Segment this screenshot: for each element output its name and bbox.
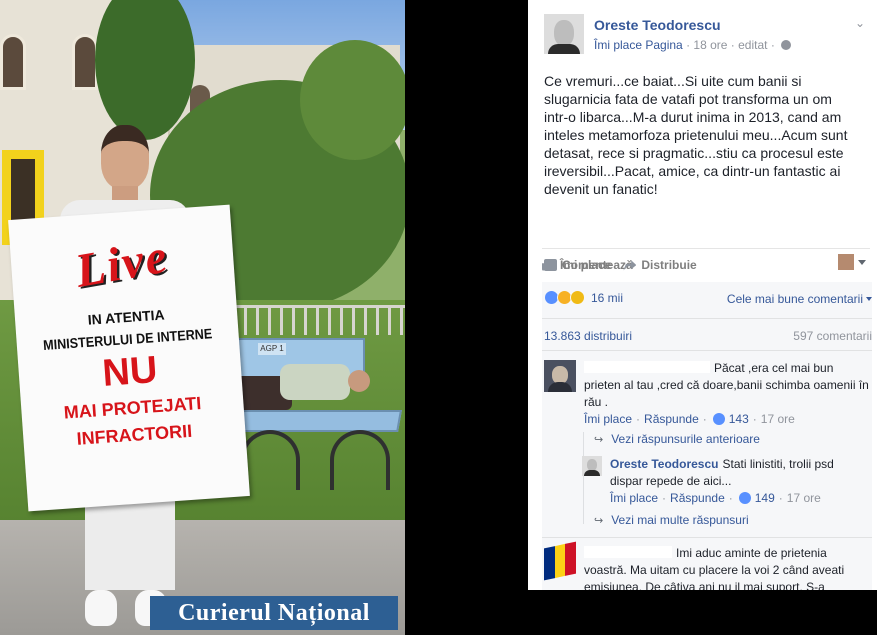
comment-label: Comentează — [562, 257, 633, 272]
comment-count[interactable]: 597 comentarii — [793, 329, 872, 343]
avatar-face — [554, 20, 574, 46]
meta-separator: · — [636, 412, 641, 426]
bench-leg — [240, 430, 300, 490]
reply-time[interactable]: 17 ore — [787, 491, 821, 505]
like-reaction-icon — [712, 413, 725, 425]
avatar-body — [548, 382, 572, 392]
comment-button[interactable]: Comentează — [544, 258, 870, 272]
comment-like-link[interactable]: Îmi place — [584, 412, 632, 426]
divider — [542, 318, 872, 319]
post-photo[interactable]: AGP 1 Live IN ATENTIA MINISTERULUI DE IN… — [0, 0, 405, 635]
man-lying-on-bench — [230, 360, 390, 415]
reply-body: Oreste Teodorescu Stati linistiti, trolii… — [610, 456, 868, 490]
comment-body: Păcat ,era cel mai bun prieten al tau ,c… — [584, 360, 870, 411]
watermark: Curierul Național — [150, 596, 398, 630]
reply-meta: Îmi place · Răspunde · 149 · 17 ore — [610, 491, 821, 505]
previous-replies-link[interactable]: ↪ Vezi răspunsurile anterioare — [594, 432, 760, 446]
shoe — [85, 590, 117, 626]
reply-author-name[interactable]: Oreste Teodorescu — [610, 457, 718, 471]
divider — [542, 350, 872, 351]
reply-like-link[interactable]: Îmi place — [610, 491, 658, 505]
commenter-avatar-flag[interactable] — [544, 541, 577, 581]
sign-live-logo: Live — [71, 229, 173, 298]
comment-meta: Îmi place · Răspunde · 143 · 17 ore — [584, 412, 795, 426]
share-count[interactable]: 13.863 distribuiri — [544, 329, 632, 343]
comment-body: Imi aduc aminte de prietenia voastră. Ma… — [584, 545, 870, 596]
post-actions: Îmi place Comentează Distribuie — [542, 248, 870, 280]
like-page-link[interactable]: Îmi place Pagina — [594, 38, 683, 52]
reply-arrow-icon: ↪ — [594, 433, 604, 446]
fence — [220, 305, 405, 335]
meta-separator: · — [770, 38, 779, 52]
edited-label[interactable]: editat — [738, 38, 767, 52]
reply-reply-link[interactable]: Răspunde — [670, 491, 725, 505]
post-time[interactable]: 18 ore — [693, 38, 727, 52]
comment-icon — [544, 258, 557, 271]
reply-like-count[interactable]: 149 — [738, 491, 775, 505]
globe-icon[interactable] — [781, 40, 792, 50]
page-avatar — [838, 254, 854, 270]
redacted-name — [584, 361, 710, 373]
comment-time[interactable]: 17 ore — [761, 412, 795, 426]
reply-arrow-icon: ↪ — [594, 514, 604, 527]
caret-down-icon — [858, 259, 866, 265]
viewport-edge — [528, 590, 877, 635]
meta-separator: · — [728, 491, 733, 505]
page-selector[interactable] — [838, 254, 866, 270]
divider — [542, 537, 872, 538]
like-count-value: 143 — [728, 412, 749, 426]
like-count-value: 149 — [754, 491, 775, 505]
author-name[interactable]: Oreste Teodorescu — [594, 17, 721, 33]
sad-reaction-icon — [570, 290, 585, 305]
avatar-shirt — [584, 470, 600, 476]
meta-separator: · — [752, 412, 757, 426]
bench-leg — [330, 430, 390, 490]
chevron-down-icon[interactable]: ⌄ — [855, 16, 867, 30]
more-replies-label: Vezi mai multe răspunsuri — [611, 513, 749, 527]
meta-separator: · — [778, 491, 783, 505]
post-text: Ce vremuri...ce baiat...Si uite cum bani… — [544, 73, 848, 197]
post-panel: Oreste Teodorescu Îmi place Pagina · 18 … — [528, 0, 877, 635]
commenter-avatar[interactable] — [544, 360, 576, 392]
flag-stripe-yellow — [554, 543, 566, 579]
bench-tag: AGP 1 — [258, 343, 286, 355]
previous-replies-label: Vezi răspunsurile anterioare — [611, 432, 760, 446]
like-reaction-icon — [738, 492, 751, 504]
comment-like-count[interactable]: 143 — [712, 412, 749, 426]
feedback-box: 16 mii Cele mai bune comentarii 13.863 d… — [542, 282, 872, 635]
caret-down-icon — [866, 297, 872, 301]
meta-separator: · — [662, 491, 667, 505]
reactions-summary[interactable]: 16 mii — [544, 290, 623, 305]
thread-line — [583, 432, 584, 524]
man-lying-head — [348, 370, 370, 392]
comment-reply-link[interactable]: Răspunde — [644, 412, 699, 426]
man-standing-head — [101, 125, 149, 189]
comment-sort-dropdown[interactable]: Cele mai bune comentarii — [727, 292, 872, 306]
protest-sign: Live IN ATENTIA MINISTERULUI DE INTERNE … — [8, 204, 250, 512]
author-avatar[interactable] — [544, 14, 584, 54]
meta-separator: · — [702, 412, 707, 426]
avatar-shirt — [548, 44, 580, 54]
flag-stripe-blue — [544, 546, 555, 581]
building-window — [0, 34, 26, 90]
more-replies-link[interactable]: ↪ Vezi mai multe răspunsuri — [594, 513, 749, 527]
flag-stripe-red — [565, 541, 577, 576]
reply-author-avatar[interactable] — [582, 456, 602, 476]
redacted-name — [584, 546, 672, 558]
tree — [300, 40, 405, 160]
sort-label: Cele mai bune comentarii — [726, 292, 863, 306]
reaction-count[interactable]: 16 mii — [591, 291, 623, 305]
man-lying-shirt — [280, 364, 350, 400]
post-meta: Îmi place Pagina · 18 ore · editat · — [594, 38, 792, 52]
